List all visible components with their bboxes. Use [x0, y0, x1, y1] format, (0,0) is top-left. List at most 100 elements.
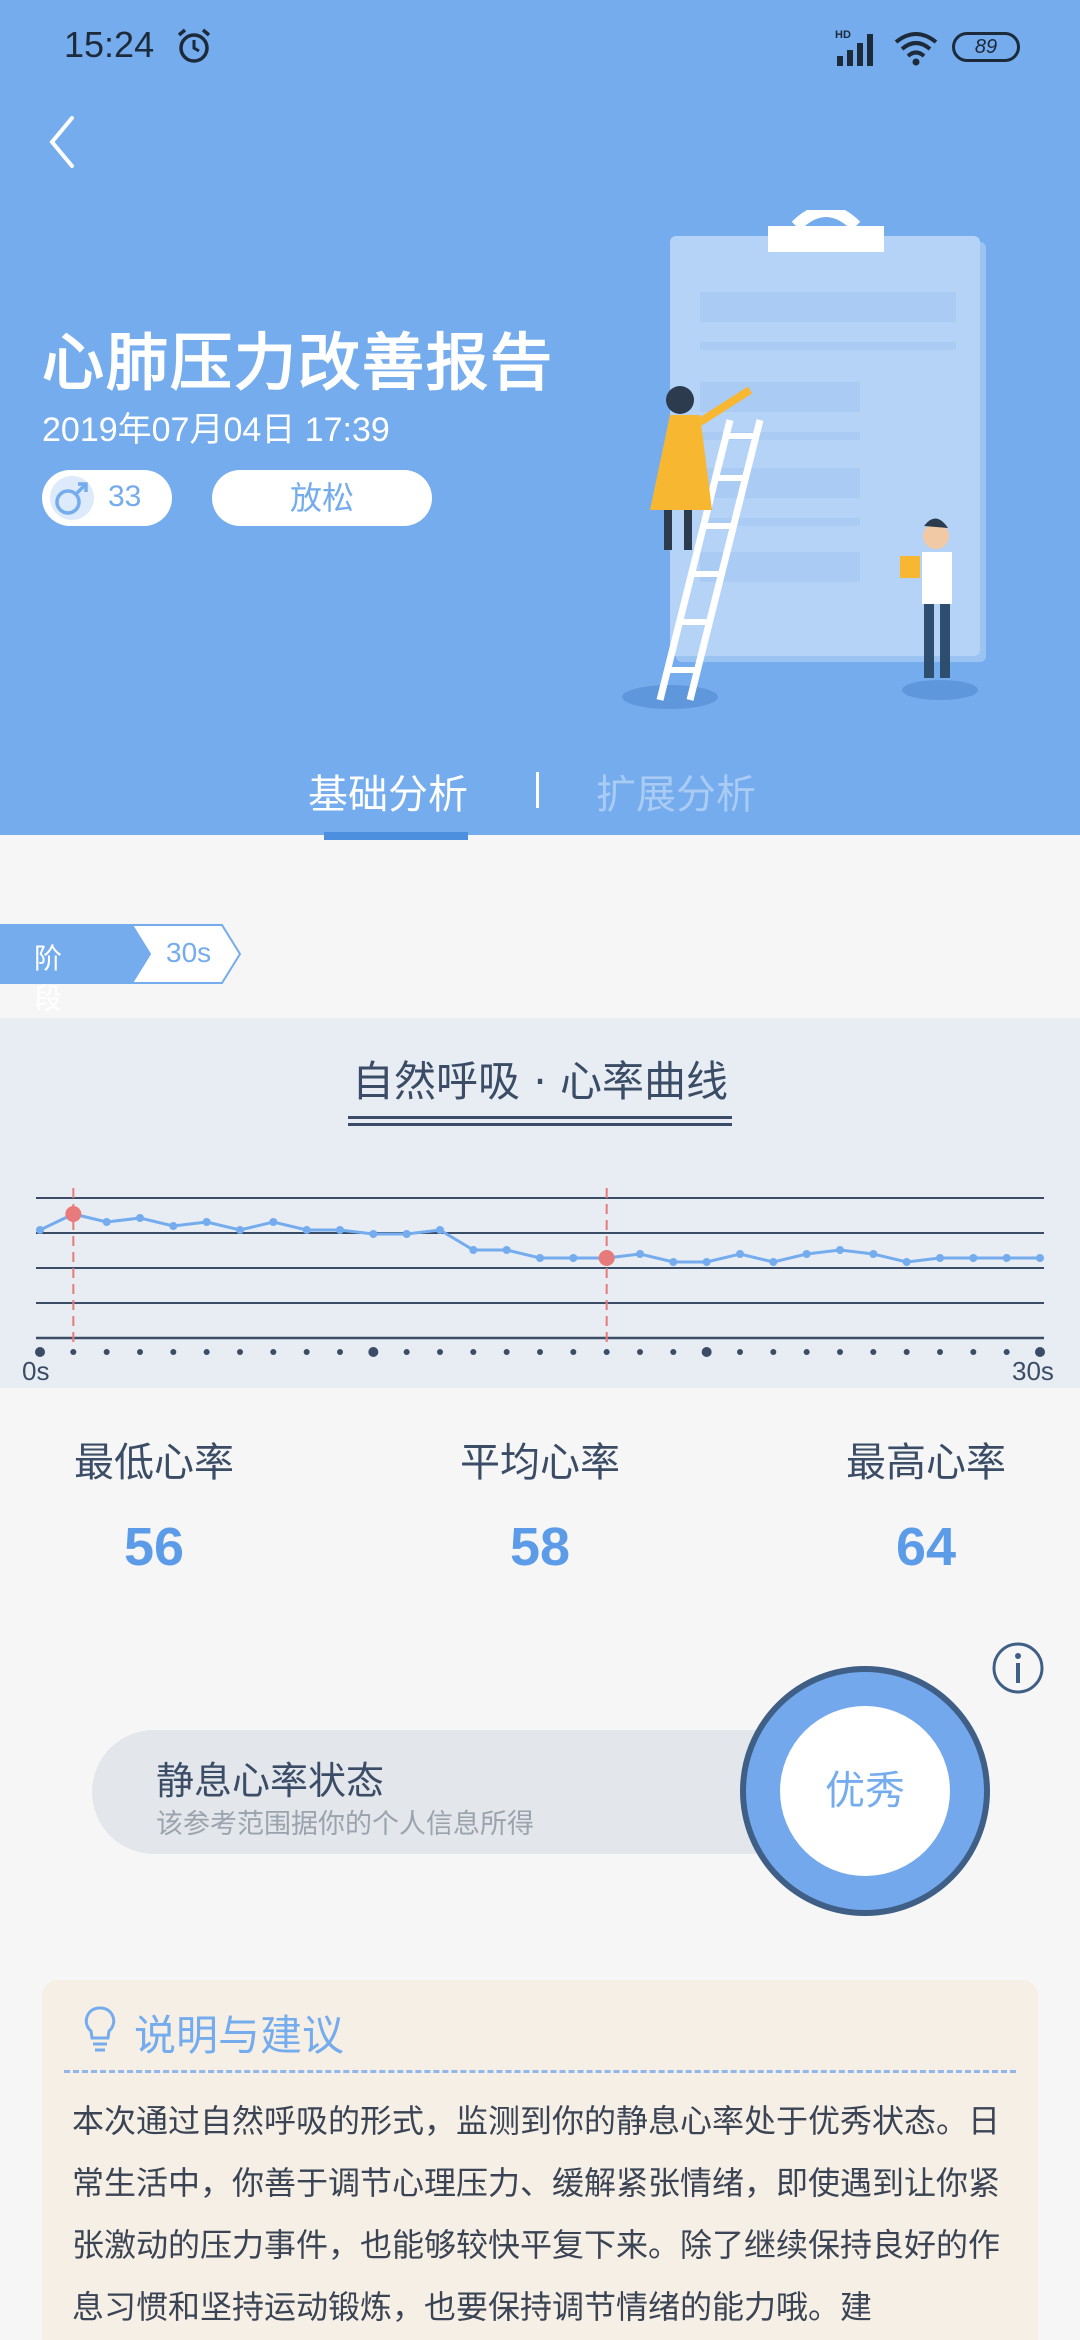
stat-min-value: 56 [123, 1517, 185, 1577]
heart-rate-point [536, 1254, 544, 1262]
x-axis-tick [803, 1349, 810, 1355]
x-axis-tick [837, 1349, 843, 1355]
stage-duration: 30s [166, 937, 212, 968]
heart-rate-point [669, 1258, 678, 1266]
x-axis-tick [270, 1349, 277, 1355]
stat-max-value: 64 [895, 1517, 957, 1577]
heart-rate-point [902, 1258, 911, 1266]
advice-text: 本次通过自然呼吸的形式，监测到你的静息心率处于优秀状态。日常生活中，你善于调节心… [72, 2102, 1001, 2326]
x-axis-tick [303, 1349, 310, 1355]
stat-avg-value: 58 [509, 1517, 571, 1577]
x-axis-tick [603, 1349, 610, 1355]
heart-rate-stats: 最低心率 56 平均心率 58 最高心率 64 [0, 1430, 1080, 1590]
x-axis-tick [970, 1349, 977, 1355]
x-axis-tick [537, 1349, 543, 1355]
heart-rate-point [836, 1246, 844, 1254]
heart-rate-point [736, 1250, 744, 1258]
x-axis-end-label: 30s [1012, 1356, 1054, 1386]
heart-rate-point [36, 1226, 44, 1234]
x-axis-tick [903, 1349, 910, 1355]
heart-rate-point [502, 1246, 511, 1254]
heart-rate-point [202, 1218, 211, 1226]
heart-rate-point [969, 1254, 978, 1262]
heart-rate-point [636, 1250, 644, 1258]
heart-rate-point [369, 1230, 378, 1238]
heart-rate-point [869, 1250, 878, 1258]
stat-avg-label: 平均心率 [460, 1440, 620, 1486]
x-axis-tick [103, 1349, 110, 1355]
x-axis-tick [170, 1349, 177, 1355]
age-value: 33 [108, 480, 142, 513]
x-axis-tick [437, 1349, 443, 1355]
report-header: 15:24 HD 89 心肺压力改善报告 2019年07月04日 17:39 3… [0, 0, 1080, 835]
wifi-icon [894, 32, 938, 66]
hd-signal-icon: HD [835, 29, 873, 66]
stat-max-label: 最高心率 [846, 1440, 1006, 1486]
chart-title-underline [348, 1116, 732, 1126]
stat-min-label: 最低心率 [74, 1440, 234, 1486]
advice-title: 说明与建议 [134, 2011, 345, 2060]
heart-rate-point [769, 1258, 778, 1266]
rating-badge: 优秀 [740, 1666, 990, 1916]
heart-rate-point [569, 1254, 578, 1262]
male-icon [50, 476, 94, 520]
x-axis-tick [470, 1349, 477, 1355]
heart-rate-point [936, 1254, 944, 1262]
heart-rate-chart-card: 自然呼吸 · 心率曲线 0s 30s [0, 1018, 1080, 1388]
x-axis-start-label: 0s [22, 1356, 49, 1386]
tab-separator [536, 772, 539, 808]
advice-divider [64, 2070, 1016, 2073]
status-time: 15:24 [64, 24, 155, 65]
age-badge: 33 [42, 470, 172, 526]
x-axis-tick [503, 1349, 510, 1355]
tab-extended-analysis[interactable]: 扩展分析 [596, 762, 756, 820]
x-axis-tick [403, 1349, 410, 1355]
chart-title: 自然呼吸 · 心率曲线 [351, 1057, 729, 1106]
heart-rate-point [102, 1218, 111, 1226]
heart-rate-point [1002, 1254, 1011, 1262]
active-tab-indicator [324, 832, 468, 840]
heart-rate-point [236, 1226, 244, 1234]
extreme-point [65, 1206, 82, 1222]
report-date: 2019年07月04日 17:39 [42, 411, 390, 449]
x-axis-tick [337, 1349, 343, 1355]
heart-rate-point [1036, 1254, 1044, 1262]
x-axis-tick [870, 1349, 877, 1355]
heart-rate-point [802, 1250, 811, 1258]
x-axis-tick [637, 1349, 643, 1355]
x-axis-tick [770, 1349, 777, 1355]
heart-rate-point [169, 1222, 178, 1230]
heart-rate-point [269, 1218, 278, 1226]
x-axis-tick [701, 1347, 712, 1357]
svg-text:HD: HD [835, 29, 851, 41]
x-axis-tick [937, 1349, 943, 1355]
rating-value: 优秀 [780, 1706, 950, 1876]
heart-rate-point [469, 1246, 478, 1254]
advice-card: 说明与建议 本次通过自然呼吸的形式，监测到你的静息心率处于优秀状态。日常生活中，… [42, 1980, 1038, 2340]
alarm-icon [177, 28, 211, 63]
x-axis-tick [737, 1349, 743, 1355]
tab-basic-analysis[interactable]: 基础分析 [308, 762, 468, 820]
page-title: 心肺压力改善报告 [42, 326, 555, 399]
heart-rate-point [136, 1214, 144, 1222]
chevron-left-icon[interactable] [40, 110, 88, 174]
x-axis-tick [570, 1349, 577, 1355]
clipboard-illustration [622, 210, 986, 709]
extreme-point [598, 1250, 615, 1266]
heart-rate-point [436, 1226, 444, 1234]
stat-avg: 平均心率 58 [410, 1430, 670, 1578]
heart-rate-point [336, 1226, 344, 1234]
resting-state-subtitle: 该参考范围据你的个人信息所得 [156, 1809, 534, 1840]
info-icon[interactable] [990, 1640, 1046, 1696]
resting-state-panel: 静息心率状态 该参考范围据你的个人信息所得 [92, 1730, 812, 1854]
status-bar: 15:24 HD 89 [0, 0, 1080, 100]
x-axis-tick [237, 1349, 243, 1355]
stat-max: 最高心率 64 [796, 1430, 1056, 1578]
resting-state-title: 静息心率状态 [156, 1759, 385, 1803]
heart-rate-point [702, 1258, 711, 1266]
x-axis-tick [670, 1349, 677, 1355]
mood-badge: 放松 [212, 470, 432, 526]
lightbulb-icon [84, 2006, 116, 2052]
battery-icon: 89 [952, 32, 1020, 62]
x-axis-tick [368, 1347, 379, 1357]
